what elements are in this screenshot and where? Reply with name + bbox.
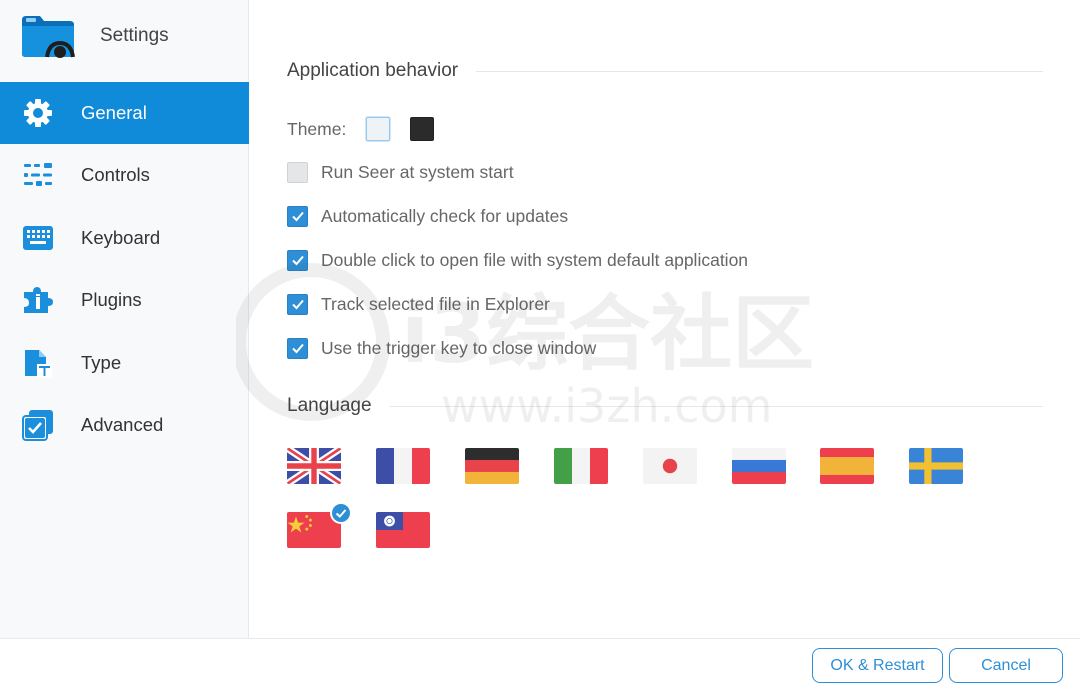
sidebar-item-general[interactable]: General — [0, 82, 249, 144]
checkbox-checked[interactable] — [287, 337, 308, 359]
option-auto-check-updates[interactable]: Automatically check for updates — [287, 204, 568, 228]
sidebar-item-label: Plugins — [81, 289, 142, 311]
sidebar-item-label: Advanced — [81, 413, 164, 435]
theme-row: Theme: — [287, 116, 435, 142]
flag-spain-icon[interactable] — [820, 448, 874, 484]
sidebar-item-plugins[interactable]: Plugins — [0, 269, 249, 331]
sidebar-item-type[interactable]: Type — [0, 332, 249, 394]
theme-label: Theme: — [287, 118, 347, 139]
flag-uk-icon[interactable] — [287, 448, 341, 484]
flag-germany-icon[interactable] — [465, 448, 519, 484]
option-label: Use the trigger key to close window — [321, 337, 597, 358]
sidebar: Settings General Controls Keyboard Plugi… — [0, 0, 249, 638]
gear-icon — [24, 99, 52, 127]
dialog-footer: OK & Restart Cancel — [0, 638, 1080, 689]
flag-russia-icon[interactable] — [732, 448, 786, 484]
checkbox-checked[interactable] — [287, 249, 308, 271]
section-title: Language — [287, 395, 372, 416]
theme-light-swatch[interactable] — [366, 117, 391, 141]
checkbox-checked[interactable] — [287, 293, 308, 315]
checkmark-icon — [291, 255, 304, 266]
cancel-button[interactable]: Cancel — [949, 648, 1063, 683]
sidebar-item-keyboard[interactable]: Keyboard — [0, 207, 249, 269]
section-language: Language — [287, 395, 1043, 417]
keyboard-icon — [23, 225, 53, 250]
app-header: Settings — [0, 0, 249, 80]
flag-sweden-icon[interactable] — [909, 448, 963, 484]
sidebar-item-label: Keyboard — [81, 226, 161, 248]
theme-dark-swatch[interactable] — [410, 117, 435, 141]
checkmark-icon — [291, 211, 304, 222]
checkbox-unchecked[interactable] — [287, 161, 308, 183]
ok-restart-button[interactable]: OK & Restart — [812, 648, 943, 683]
file-type-icon — [25, 349, 52, 378]
general-settings-panel: Application behavior Theme: Run Seer at … — [250, 0, 1080, 638]
sidebar-item-label: Type — [81, 351, 122, 373]
section-title: Application behavior — [287, 60, 459, 81]
sidebar-item-label: General — [81, 102, 147, 123]
sidebar-item-controls[interactable]: Controls — [0, 144, 249, 206]
flag-japan-icon[interactable] — [643, 448, 697, 484]
checkmark-icon — [291, 299, 304, 310]
checkmark-icon — [291, 343, 304, 354]
option-run-at-startup[interactable]: Run Seer at system start — [287, 160, 514, 184]
option-label: Automatically check for updates — [321, 205, 569, 226]
selected-check-icon — [330, 502, 352, 524]
flag-france-icon[interactable] — [376, 448, 430, 484]
option-trigger-key-close[interactable]: Use the trigger key to close window — [287, 336, 596, 360]
option-label: Double click to open file with system de… — [321, 249, 749, 270]
section-divider — [476, 70, 1043, 72]
section-application-behavior: Application behavior — [287, 60, 1043, 82]
section-divider — [389, 405, 1043, 407]
sidebar-item-label: Controls — [81, 164, 150, 186]
sidebar-nav: General Controls Keyboard Plugins Type A… — [0, 82, 249, 456]
option-double-click-open[interactable]: Double click to open file with system de… — [287, 248, 748, 272]
app-title: Settings — [100, 25, 169, 46]
flag-taiwan-icon[interactable] — [376, 512, 430, 548]
option-label: Track selected file in Explorer — [321, 293, 550, 314]
checkbox-checked[interactable] — [287, 205, 308, 227]
folder-eye-icon — [22, 16, 75, 58]
sliders-icon — [24, 163, 52, 187]
option-track-selected-file[interactable]: Track selected file in Explorer — [287, 292, 550, 316]
option-label: Run Seer at system start — [321, 161, 514, 182]
sidebar-item-advanced[interactable]: Advanced — [0, 394, 249, 456]
puzzle-icon — [24, 287, 53, 314]
checkbox-stack-icon — [22, 409, 53, 441]
flag-italy-icon[interactable] — [554, 448, 608, 484]
